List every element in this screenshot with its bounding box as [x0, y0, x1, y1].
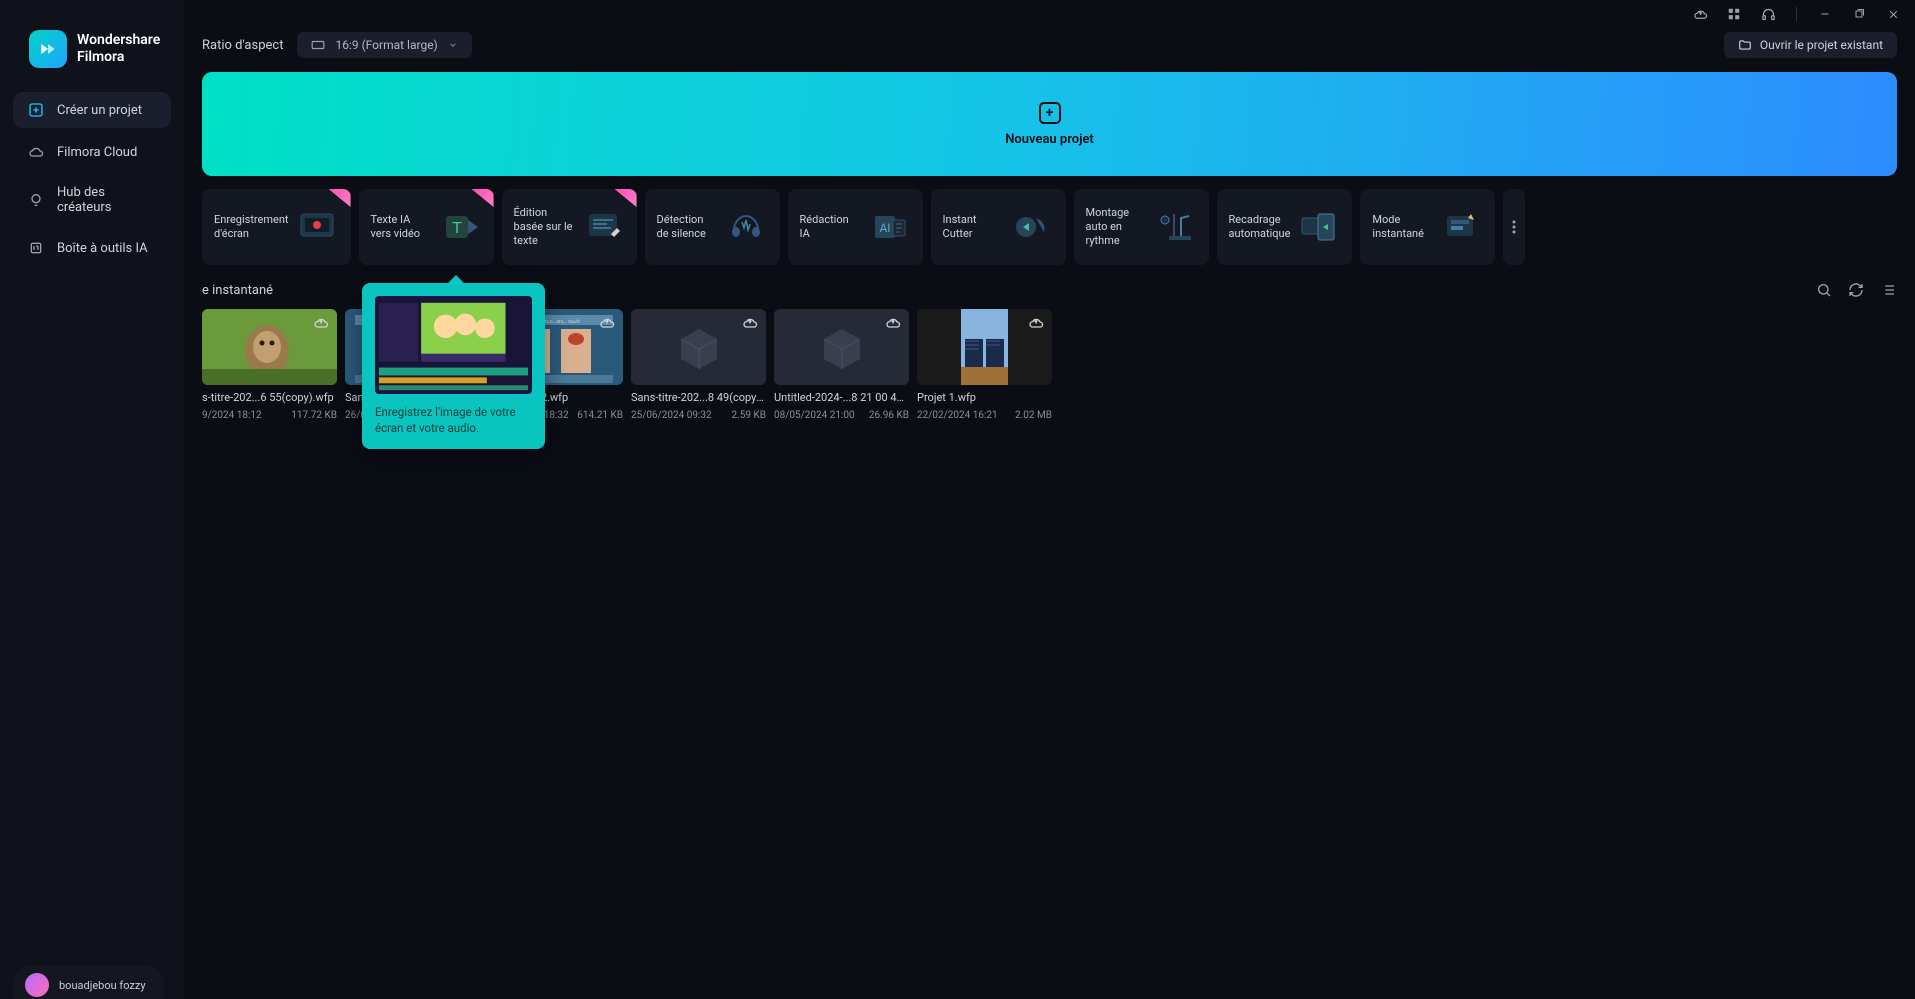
nav-label: Hub des créateurs	[57, 185, 157, 215]
tooltip-text: Enregistrez l'image de votre écran et vo…	[375, 404, 532, 436]
tools-row: Enregistrement d'écran Texte IA vers vid…	[184, 176, 1915, 265]
main: Ratio d'aspect 16:9 (Format large) Ouvri…	[184, 0, 1915, 999]
minimize-icon[interactable]	[1817, 6, 1833, 22]
cloud-upload-icon[interactable]	[313, 315, 331, 333]
new-project-label: Nouveau projet	[1005, 132, 1094, 147]
aspect-ratio-select[interactable]: 16:9 (Format large)	[297, 32, 471, 58]
project-meta: 25/06/2024 09:322.59 KB	[631, 410, 766, 421]
project-name: Projet 1.wfp	[917, 391, 1052, 404]
nav-ai-toolbox[interactable]: Boîte à outils IA	[13, 230, 171, 266]
project-name: Sans-titre-202...8 49(copy).wfp	[631, 391, 766, 404]
maximize-icon[interactable]	[1851, 6, 1867, 22]
logo-icon	[29, 30, 67, 68]
screen-record-icon	[295, 205, 339, 249]
tool-instant-mode[interactable]: Mode instantané	[1360, 189, 1495, 265]
section-label: e instantané	[202, 283, 273, 298]
project-card[interactable]: s-titre-202...6 55(copy).wfp 9/2024 18:1…	[202, 309, 337, 421]
cutter-icon	[1010, 205, 1054, 249]
cloud-upload-icon[interactable]	[885, 315, 903, 333]
project-meta: 08/05/2024 21:0026.96 KB	[774, 410, 909, 421]
more-vertical-icon	[1512, 220, 1516, 234]
user-pill[interactable]: bouadjebou fozzy	[13, 965, 164, 999]
tool-silence-detection[interactable]: Détection de silence	[645, 189, 780, 265]
tool-auto-reframe[interactable]: Recadrage automatique	[1217, 189, 1353, 265]
tool-text-to-video[interactable]: Texte IA vers vidéoT	[359, 189, 494, 265]
text-edit-icon	[581, 205, 625, 249]
app-logo: Wondershare Filmora	[0, 12, 184, 92]
svg-text:T: T	[452, 218, 462, 237]
cloud-upload-icon[interactable]	[1028, 315, 1046, 333]
project-thumbnail	[631, 309, 766, 385]
tool-ai-redaction[interactable]: Rédaction IAAI	[788, 189, 923, 265]
search-icon[interactable]	[1815, 281, 1833, 299]
sidebar: Wondershare Filmora Créer un projet Film…	[0, 0, 184, 999]
project-thumbnail	[774, 309, 909, 385]
open-existing-button[interactable]: Ouvrir le projet existant	[1724, 32, 1897, 58]
tools-more-button[interactable]	[1503, 189, 1525, 265]
project-meta: 22/02/2024 16:212.02 MB	[917, 410, 1052, 421]
refresh-icon[interactable]	[1847, 281, 1865, 299]
headset-icon[interactable]	[1760, 6, 1776, 22]
cloud-upload-icon[interactable]	[742, 315, 760, 333]
separator	[1796, 7, 1797, 21]
avatar	[25, 973, 49, 997]
svg-text:AI: AI	[879, 221, 890, 235]
redaction-icon: AI	[867, 205, 911, 249]
nav-label: Boîte à outils IA	[57, 241, 148, 256]
grid-icon[interactable]	[1726, 6, 1742, 22]
tool-instant-cutter[interactable]: Instant Cutter	[931, 189, 1066, 265]
project-card[interactable]: Projet 1.wfp 22/02/2024 16:212.02 MB	[917, 309, 1052, 421]
instant-icon	[1439, 205, 1483, 249]
project-thumbnail	[202, 309, 337, 385]
tool-tooltip: Enregistrez l'image de votre écran et vo…	[362, 283, 545, 449]
toolbar: Ratio d'aspect 16:9 (Format large) Ouvri…	[184, 26, 1915, 72]
tooltip-preview	[375, 296, 532, 394]
ai-icon	[27, 239, 45, 257]
list-view-icon[interactable]	[1879, 281, 1897, 299]
text-video-icon: T	[438, 205, 482, 249]
nav-label: Créer un projet	[57, 103, 142, 118]
nav-label: Filmora Cloud	[57, 145, 137, 160]
titlebar	[184, 0, 1915, 26]
plus-square-icon	[27, 101, 45, 119]
plus-icon: +	[1039, 102, 1061, 124]
chevron-down-icon	[448, 40, 458, 50]
project-name: Untitled-2024-...8 21 00 47.wfp	[774, 391, 909, 404]
logo-text: Wondershare Filmora	[77, 32, 160, 66]
project-name: s-titre-202...6 55(copy).wfp	[202, 391, 337, 404]
tool-auto-beat[interactable]: Montage auto en rythme	[1074, 189, 1209, 265]
nav-creator-hub[interactable]: Hub des créateurs	[13, 176, 171, 224]
open-existing-label: Ouvrir le projet existant	[1760, 38, 1883, 52]
beat-icon	[1153, 205, 1197, 249]
reframe-icon	[1296, 205, 1340, 249]
project-meta: 9/2024 18:12117.72 KB	[202, 410, 337, 421]
project-thumbnail	[917, 309, 1052, 385]
aspect-ratio-label: Ratio d'aspect	[202, 38, 283, 53]
ratio-value: 16:9 (Format large)	[335, 38, 437, 52]
screen-icon	[311, 40, 325, 50]
cloud-upload-icon[interactable]	[599, 315, 617, 333]
nav-filmora-cloud[interactable]: Filmora Cloud	[13, 134, 171, 170]
nav-create-project[interactable]: Créer un projet	[13, 92, 171, 128]
user-name: bouadjebou fozzy	[59, 979, 146, 992]
folder-icon	[1738, 38, 1752, 52]
new-project-hero[interactable]: + Nouveau projet	[202, 72, 1897, 176]
bulb-icon	[27, 191, 45, 209]
silence-icon	[724, 205, 768, 249]
tool-text-based-edit[interactable]: Édition basée sur le texte	[502, 189, 637, 265]
project-card[interactable]: Sans-titre-202...8 49(copy).wfp 25/06/20…	[631, 309, 766, 421]
tool-screen-record[interactable]: Enregistrement d'écran	[202, 189, 351, 265]
close-icon[interactable]	[1885, 6, 1901, 22]
cloud-icon	[27, 143, 45, 161]
cloud-upload-icon[interactable]	[1692, 6, 1708, 22]
project-card[interactable]: Untitled-2024-...8 21 00 47.wfp 08/05/20…	[774, 309, 909, 421]
